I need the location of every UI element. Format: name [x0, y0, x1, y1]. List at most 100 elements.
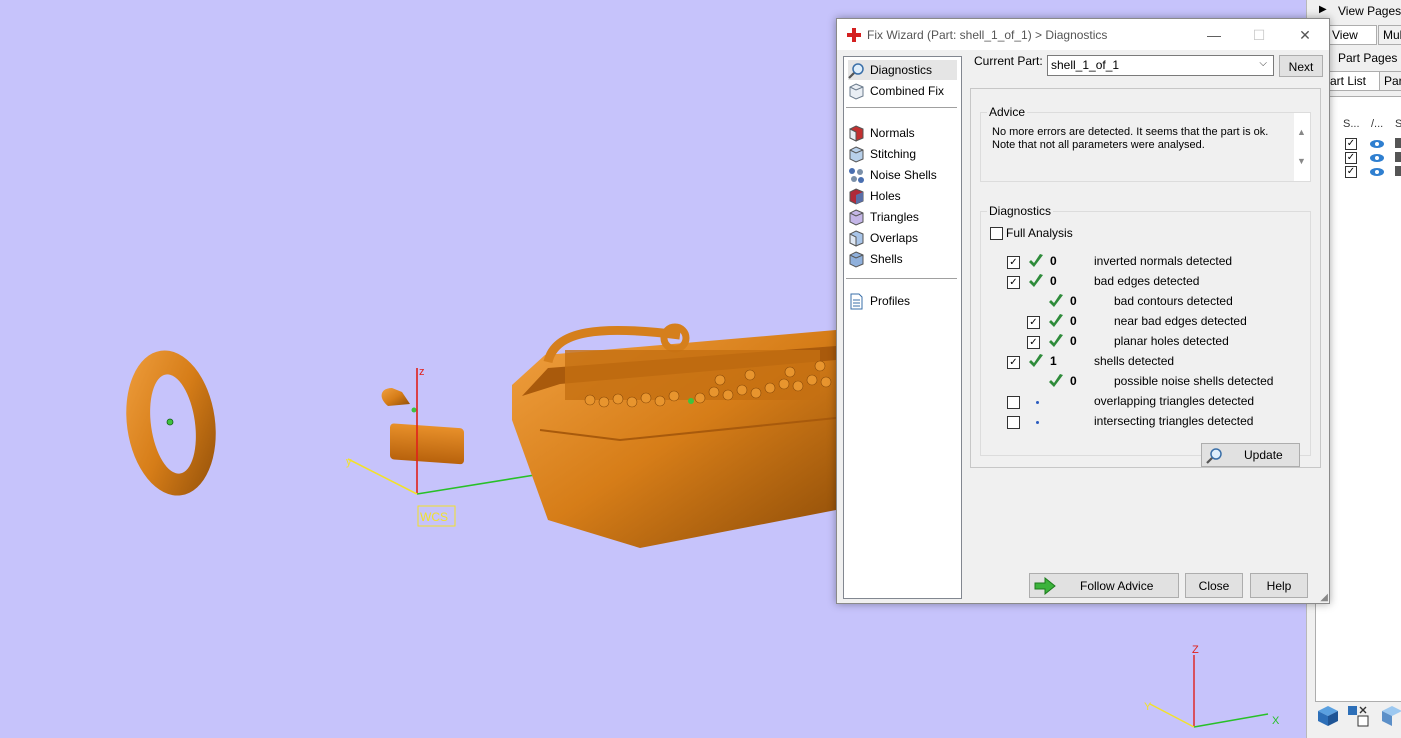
ring-part[interactable] [117, 345, 224, 502]
diagnostic-checkbox[interactable]: ✓ [1027, 316, 1040, 329]
tab-part-list[interactable]: art List [1325, 71, 1385, 91]
diagnostic-checkbox[interactable]: ✓ [1007, 276, 1020, 289]
select-mode-icon[interactable] [1346, 704, 1370, 728]
diagnostic-checkbox[interactable] [1007, 416, 1020, 429]
nav-item-profiles[interactable]: Profiles [848, 291, 957, 311]
diagnostic-count: 0 [1050, 254, 1057, 268]
overlaps-cube-icon [849, 229, 864, 247]
part-pages-label: Part Pages [1338, 51, 1398, 65]
status-unknown-icon [1036, 401, 1039, 404]
update-button[interactable]: Update [1201, 443, 1300, 467]
next-button[interactable]: Next [1279, 55, 1323, 77]
part-row-checkbox[interactable]: ✓ [1345, 166, 1357, 178]
eye-icon[interactable] [1370, 168, 1384, 176]
diagnostic-checkbox[interactable] [1007, 396, 1020, 409]
advice-textbox: No more errors are detected. It seems th… [982, 121, 1292, 179]
nav-label: Stitching [870, 147, 917, 161]
nav-label: Noise Shells [870, 168, 937, 182]
nav-item-stitching[interactable]: Stitching [848, 144, 957, 164]
nav-item-combined-fix[interactable]: Combined Fix [848, 81, 957, 101]
view-cube-icon[interactable] [1316, 704, 1340, 728]
corner-axis-x-label: X [1272, 715, 1280, 727]
update-label: Update [1244, 448, 1283, 462]
advice-scrollbar[interactable]: ▲ ▼ [1294, 113, 1310, 181]
check-ok-icon [1028, 273, 1044, 289]
full-analysis-checkbox[interactable] [990, 227, 1003, 240]
diagnostic-label: intersecting triangles detected [1094, 414, 1254, 428]
part-view-icon[interactable] [1380, 704, 1401, 728]
check-ok-icon [1048, 293, 1064, 309]
help-button[interactable]: Help [1250, 573, 1308, 598]
resize-grip-icon[interactable]: ◢ [1320, 592, 1328, 603]
shells-cube-icon [849, 250, 864, 268]
close-button[interactable]: Close [1185, 573, 1243, 598]
diagnostic-label: near bad edges detected [1114, 314, 1247, 328]
maximize-button[interactable]: ☐ [1244, 25, 1274, 45]
arrow-right-icon [1034, 577, 1056, 595]
magnifier-icon [1206, 448, 1222, 464]
eye-icon[interactable] [1370, 154, 1384, 162]
follow-advice-button[interactable]: Follow Advice [1029, 573, 1179, 598]
close-window-button[interactable]: ✕ [1290, 25, 1320, 45]
diagnostic-count: 0 [1070, 294, 1077, 308]
nav-label: Overlaps [870, 231, 919, 245]
diagnostic-checkbox[interactable]: ✓ [1027, 336, 1040, 349]
advice-group: Advice No more errors are detected. It s… [980, 105, 1311, 182]
dialog-title: Fix Wizard (Part: shell_1_of_1) > Diagno… [867, 28, 1108, 42]
part-icon [1395, 152, 1401, 162]
nav-item-shells[interactable]: Shells [848, 249, 957, 269]
diagnostic-count: 1 [1050, 354, 1057, 368]
eye-icon[interactable] [1370, 140, 1384, 148]
diagnostics-panel: Advice No more errors are detected. It s… [970, 88, 1321, 468]
diagnostic-checkbox[interactable]: ✓ [1007, 256, 1020, 269]
diagnostic-label: bad contours detected [1114, 294, 1233, 308]
diagnostic-checkbox[interactable]: ✓ [1007, 356, 1020, 369]
padlock-part[interactable] [381, 388, 464, 465]
normals-cube-icon [849, 124, 864, 142]
chevron-down-icon: ⌵ [1259, 58, 1267, 69]
column-header-s2[interactable]: S [1395, 118, 1401, 130]
nav-label: Diagnostics [870, 63, 933, 77]
wcs-label: WCS [420, 510, 448, 524]
check-ok-icon [1048, 313, 1064, 329]
diagnostic-count: 0 [1070, 314, 1077, 328]
noise-shells-icon [849, 167, 864, 183]
scroll-up-icon[interactable]: ▲ [1297, 127, 1306, 137]
nav-label: Triangles [870, 210, 919, 224]
nav-item-overlaps[interactable]: Overlaps [848, 228, 957, 248]
nav-item-triangles[interactable]: Triangles [848, 207, 957, 227]
full-analysis-label: Full Analysis [1006, 226, 1073, 240]
minimize-button[interactable]: — [1199, 25, 1229, 45]
nav-item-diagnostics[interactable]: Diagnostics [848, 60, 957, 80]
diagnostics-title: Diagnostics [987, 204, 1054, 218]
check-ok-icon [1048, 333, 1064, 349]
view-pages-expand-icon[interactable]: ▶ [1319, 4, 1327, 15]
follow-advice-label: Follow Advice [1080, 579, 1154, 593]
column-header-visibility[interactable]: /... [1371, 118, 1383, 130]
tab-mul[interactable]: Mul [1378, 25, 1401, 45]
holes-cube-icon [849, 187, 864, 205]
nav-item-noise-shells[interactable]: Noise Shells [848, 165, 957, 185]
tab-view[interactable]: View [1327, 25, 1377, 45]
nav-label: Profiles [870, 294, 911, 308]
basket-part[interactable] [512, 323, 837, 548]
corner-axis-z-label: Z [1192, 644, 1199, 656]
nav-item-normals[interactable]: Normals [848, 123, 957, 143]
column-header-s[interactable]: S... [1343, 118, 1360, 130]
diagnostic-count: 0 [1070, 334, 1077, 348]
nav-separator [846, 278, 957, 279]
diagnostic-label: inverted normals detected [1094, 254, 1233, 268]
nav-item-holes[interactable]: Holes [848, 186, 957, 206]
document-icon [850, 293, 863, 309]
dialog-titlebar[interactable]: Fix Wizard (Part: shell_1_of_1) > Diagno… [837, 19, 1329, 50]
part-row-checkbox[interactable]: ✓ [1345, 152, 1357, 164]
advice-title: Advice [987, 105, 1028, 119]
diagnostic-label: planar holes detected [1114, 334, 1229, 348]
red-cross-icon [847, 28, 861, 42]
current-part-select[interactable]: shell_1_of_1 ⌵ [1047, 55, 1274, 76]
part-row-checkbox[interactable]: ✓ [1345, 138, 1357, 150]
current-part-label: Current Part: [974, 54, 1043, 68]
scroll-down-icon[interactable]: ▼ [1297, 156, 1306, 166]
part-icon [1395, 138, 1401, 148]
tab-par[interactable]: Par [1379, 71, 1401, 91]
